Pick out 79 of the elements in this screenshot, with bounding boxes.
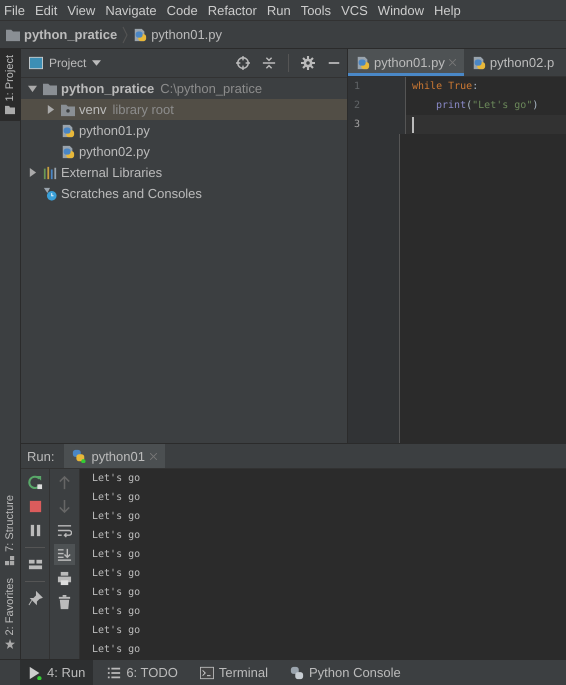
menu-item[interactable]: Help	[434, 2, 461, 18]
breadcrumb-item[interactable]: python_pratice	[6, 27, 118, 42]
bar-chart-icon	[43, 166, 57, 180]
project-view-dropdown[interactable]: Project	[29, 56, 102, 70]
structure-icon	[5, 556, 15, 566]
python-file-icon	[356, 56, 370, 70]
run-tab[interactable]: python01	[64, 444, 165, 468]
console-output-line: Let's go	[92, 472, 142, 486]
console-output-line: Let's go	[92, 491, 142, 505]
settings-icon[interactable]	[301, 56, 315, 70]
menu-item[interactable]: Refactor	[208, 2, 257, 18]
side-tab[interactable]: 2: Favorites	[0, 572, 20, 655]
expand-arrow-icon[interactable]	[28, 84, 36, 93]
tree-item[interactable]: Scratches and Consoles	[21, 183, 347, 204]
side-tab[interactable]: 7: Structure	[0, 488, 20, 572]
tree-item[interactable]: python02.py	[21, 141, 347, 162]
console-output-line: Let's go	[92, 605, 142, 619]
python-file-icon	[61, 124, 75, 138]
layout-icon[interactable]	[28, 557, 42, 572]
tool-window-tab[interactable]: 4: Run	[20, 660, 94, 685]
expand-arrow-icon[interactable]	[28, 168, 36, 177]
menu-item[interactable]: Edit	[34, 2, 58, 18]
menu-item[interactable]: File	[4, 2, 25, 18]
menu-item[interactable]: Window	[378, 2, 424, 18]
menu-item[interactable]: Code	[166, 2, 198, 18]
folder-icon	[43, 82, 57, 96]
print-icon[interactable]	[57, 571, 72, 586]
soft-wrap-icon[interactable]	[57, 523, 72, 538]
menu-item[interactable]: Tools	[300, 2, 332, 18]
rerun-icon[interactable]	[28, 475, 42, 490]
console-output-line: Let's go	[92, 586, 142, 600]
trash-icon[interactable]	[57, 595, 72, 610]
console-output-line: Let's go	[92, 510, 142, 524]
locate-icon[interactable]	[236, 56, 250, 70]
caret-icon	[92, 60, 102, 66]
python-file-icon	[133, 28, 148, 42]
editor-tab[interactable]: python02.p	[464, 49, 562, 76]
code-line: print("Let's go")	[436, 100, 538, 111]
collapse-icon[interactable]	[262, 56, 276, 70]
side-tab[interactable]: 1: Project	[0, 49, 20, 122]
tool-window-tab[interactable]: Python Console	[282, 660, 409, 685]
menu-item[interactable]: Navigate	[105, 2, 157, 18]
menu-item[interactable]: View	[67, 2, 96, 18]
console-output-line: Let's go	[92, 548, 142, 562]
tool-window-tab[interactable]: Terminal	[192, 660, 276, 685]
python-icon	[72, 449, 86, 463]
text-cursor	[412, 116, 414, 132]
star-icon	[5, 639, 15, 649]
tree-item[interactable]: python01.py	[21, 120, 347, 141]
terminal-icon	[200, 666, 214, 680]
run-label: Run:	[27, 448, 54, 464]
list-icon	[107, 666, 122, 680]
python-file-icon	[61, 144, 75, 158]
editor-tab[interactable]: python01.py	[348, 49, 464, 76]
python-icon	[290, 666, 304, 680]
chevron-icon	[122, 24, 128, 44]
code-line: while True:	[412, 81, 478, 92]
console-output-line: Let's go	[92, 643, 142, 657]
tree-item[interactable]: External Libraries	[21, 162, 347, 183]
scroll-to-end-icon[interactable]	[57, 547, 72, 562]
folder-icon	[5, 105, 15, 116]
pin-icon[interactable]	[28, 591, 42, 606]
console-output-line: Let's go	[92, 624, 142, 638]
stop-icon[interactable]	[28, 499, 42, 514]
tool-window-tab[interactable]: 6: TODO	[99, 660, 186, 685]
tree-item[interactable]: python_pratice C:\python_pratice	[21, 78, 347, 99]
console-output-line: Let's go	[92, 529, 142, 543]
python-file-icon	[472, 56, 486, 70]
folder-icon	[61, 102, 75, 116]
console-output-line: Let's go	[92, 567, 142, 581]
menu-item[interactable]: VCS	[341, 2, 368, 18]
menu-item[interactable]: Run	[266, 2, 291, 18]
expand-arrow-icon[interactable]	[46, 105, 54, 114]
window-icon	[29, 56, 43, 70]
play-icon	[28, 666, 42, 680]
tree-item[interactable]: venv library root	[21, 99, 347, 120]
scratch-clock-icon	[43, 186, 57, 200]
breadcrumb-item[interactable]: python01.py	[133, 27, 222, 42]
folder-icon	[6, 28, 20, 42]
